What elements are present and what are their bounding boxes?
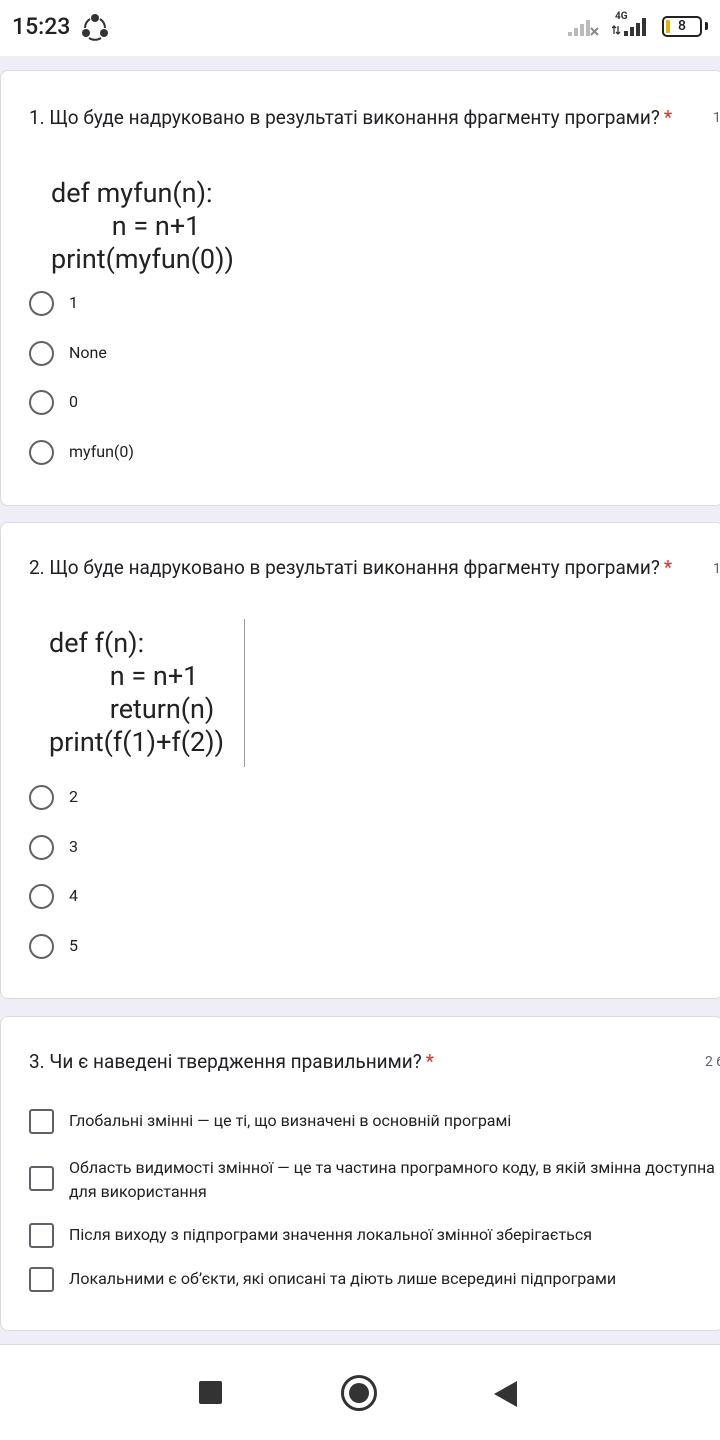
question-title: 2. Що буде надруковано в результаті вико… bbox=[29, 556, 672, 579]
option-label: 4 bbox=[69, 886, 78, 905]
radio-button[interactable] bbox=[29, 390, 54, 415]
required-mark: * bbox=[663, 106, 673, 129]
radio-option[interactable]: 4 bbox=[29, 884, 709, 910]
radio-option[interactable]: 2 bbox=[29, 785, 709, 811]
option-label: Область видимості змінної — це та частин… bbox=[69, 1158, 715, 1201]
signal-no-service-icon bbox=[568, 20, 599, 36]
radio-button[interactable] bbox=[29, 440, 54, 465]
question-title: 3. Чи є наведені твердження правильними?… bbox=[29, 1050, 434, 1073]
question-title: 1. Що буде надруковано в результаті вико… bbox=[29, 106, 672, 129]
code-line: def f(n): bbox=[49, 627, 145, 659]
checkbox[interactable] bbox=[29, 1267, 54, 1292]
checkbox-option[interactable]: Глобальні змінні — це ті, що визначені в… bbox=[29, 1109, 709, 1135]
code-line: return(n) bbox=[83, 693, 215, 725]
signal-4g-icon bbox=[612, 18, 646, 36]
option-label: 1 bbox=[69, 293, 78, 312]
status-bar: 15:23 4G 8 bbox=[0, 0, 720, 56]
status-time: 15:23 bbox=[12, 13, 71, 40]
navigation-bar bbox=[0, 1344, 720, 1440]
radio-button[interactable] bbox=[29, 884, 54, 909]
code-line: n = n+1 bbox=[83, 660, 199, 692]
checkbox-option[interactable]: Область видимості змінної — це та частин… bbox=[29, 1158, 715, 1201]
question-points: 1 bbox=[713, 561, 720, 577]
checkbox[interactable] bbox=[29, 1166, 54, 1191]
option-label: 0 bbox=[69, 392, 78, 411]
radio-option[interactable]: 3 bbox=[29, 835, 709, 861]
required-mark: * bbox=[663, 556, 673, 579]
question-card-2: 2. Що буде надруковано в результаті вико… bbox=[0, 522, 720, 999]
radio-option[interactable]: None bbox=[29, 341, 709, 367]
question-card-3: 3. Чи є наведені твердження правильними?… bbox=[0, 1016, 720, 1331]
back-button[interactable] bbox=[494, 1381, 517, 1407]
code-image: def myfun(n): n = n+1 print(myfun(0)) bbox=[51, 177, 234, 276]
radio-button[interactable] bbox=[29, 785, 54, 810]
code-image: def f(n): n = n+1 return(n) print(f(1)+f(… bbox=[49, 627, 224, 759]
question-text: 2. Що буде надруковано в результаті вико… bbox=[29, 556, 660, 579]
radio-button[interactable] bbox=[29, 835, 54, 860]
radio-button[interactable] bbox=[29, 291, 54, 316]
radio-option[interactable]: 1 bbox=[29, 291, 709, 317]
code-image-border bbox=[244, 619, 245, 767]
option-label: myfun(0) bbox=[69, 442, 134, 461]
option-label: 3 bbox=[69, 837, 78, 856]
option-label: 5 bbox=[69, 936, 78, 955]
code-line: n = n+1 bbox=[85, 210, 201, 242]
code-line: print(f(1)+f(2)) bbox=[49, 726, 224, 758]
question-points: 1 bbox=[713, 110, 720, 126]
question-text: 1. Що буде надруковано в результаті вико… bbox=[29, 106, 660, 129]
question-card-1: 1. Що буде надруковано в результаті вико… bbox=[0, 70, 720, 506]
app-notification-icon bbox=[82, 14, 108, 41]
battery-icon: 8 bbox=[662, 16, 702, 37]
option-label: None bbox=[69, 343, 107, 362]
option-label: Після виходу з підпрограми значення лока… bbox=[69, 1225, 592, 1244]
checkbox[interactable] bbox=[29, 1223, 54, 1248]
question-points: 2 б bbox=[705, 1054, 720, 1070]
code-line: print(myfun(0)) bbox=[51, 243, 234, 275]
radio-option[interactable]: 5 bbox=[29, 934, 709, 960]
checkbox[interactable] bbox=[29, 1109, 54, 1134]
option-label: Локальними є об’єкти, які описані та дію… bbox=[69, 1269, 617, 1288]
radio-option[interactable]: myfun(0) bbox=[29, 440, 709, 466]
checkbox-option[interactable]: Локальними є об’єкти, які описані та дію… bbox=[29, 1267, 709, 1293]
option-label: Глобальні змінні — це ті, що визначені в… bbox=[69, 1111, 512, 1130]
home-icon bbox=[349, 1383, 369, 1403]
home-button[interactable] bbox=[341, 1375, 377, 1411]
option-label: 2 bbox=[69, 787, 78, 806]
code-line: def myfun(n): bbox=[51, 177, 213, 209]
battery-tip bbox=[705, 22, 708, 30]
radio-button[interactable] bbox=[29, 341, 54, 366]
question-text: 3. Чи є наведені твердження правильними? bbox=[29, 1050, 422, 1073]
checkbox-option[interactable]: Після виходу з підпрограми значення лока… bbox=[29, 1223, 709, 1249]
radio-button[interactable] bbox=[29, 934, 54, 959]
recents-button[interactable] bbox=[199, 1381, 222, 1404]
radio-option[interactable]: 0 bbox=[29, 390, 709, 416]
battery-percent: 8 bbox=[678, 18, 686, 34]
required-mark: * bbox=[425, 1050, 434, 1073]
